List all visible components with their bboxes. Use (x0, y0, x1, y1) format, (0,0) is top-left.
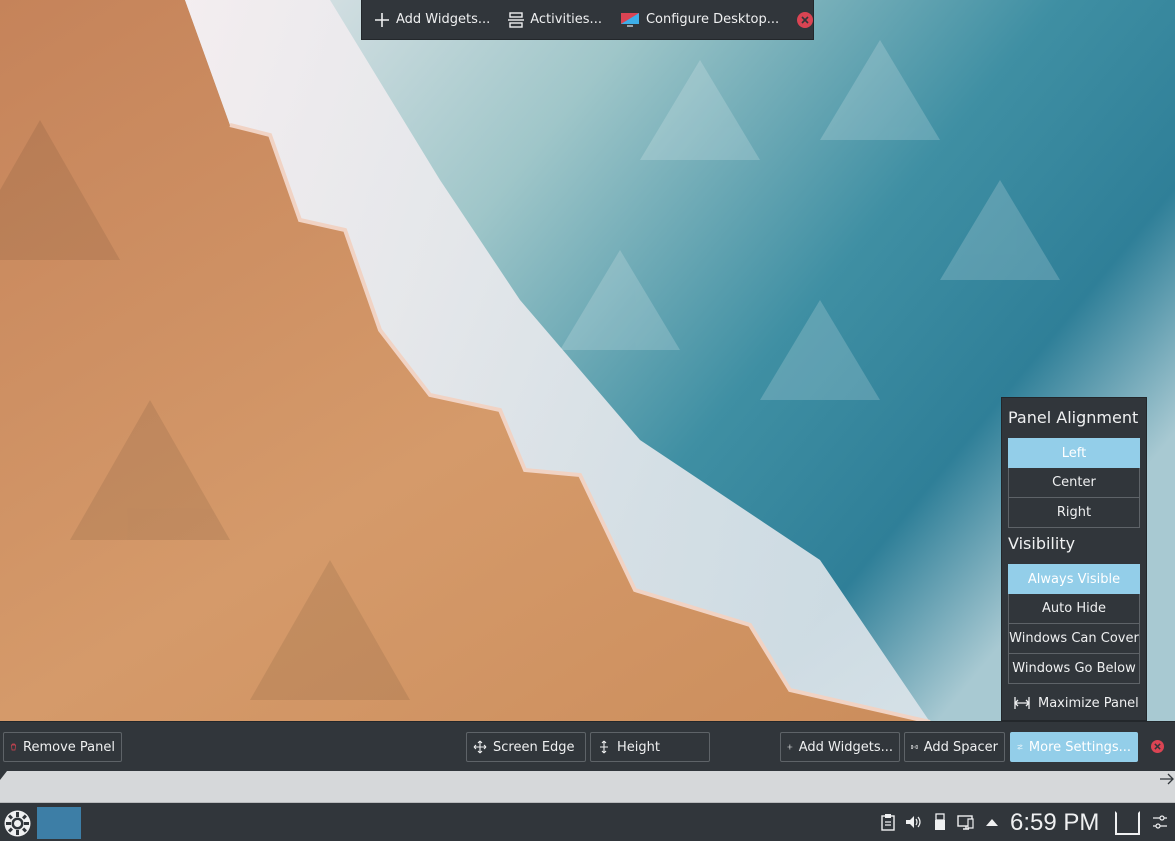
panel-alignment-title: Panel Alignment (1008, 408, 1139, 427)
height-label: Height (617, 739, 660, 755)
min-length-handle-icon[interactable] (0, 771, 8, 781)
add-spacer-button[interactable]: Add Spacer (904, 732, 1005, 762)
height-icon (600, 740, 608, 754)
maximize-panel-label: Maximize Panel (1038, 695, 1139, 711)
configure-desktop-button[interactable]: Configure Desktop... (620, 5, 779, 35)
activities-label: Activities... (530, 12, 602, 27)
clock[interactable]: 6:59 PM (1010, 806, 1099, 840)
desktop-wallpaper (0, 0, 1175, 722)
more-settings-button[interactable]: More Settings... (1010, 732, 1138, 762)
visibility-windows-go-below-option[interactable]: Windows Go Below (1008, 654, 1140, 684)
more-settings-popup: Panel Alignment Left Center Right Visibi… (1001, 397, 1147, 721)
close-panel-config-icon[interactable] (1151, 740, 1164, 753)
plus-icon (787, 744, 793, 750)
screen-edge-button[interactable]: Screen Edge (466, 732, 586, 762)
add-widgets-button[interactable]: Add Widgets... (374, 5, 490, 35)
virtual-desktop-pager[interactable] (37, 807, 81, 839)
plus-icon (375, 12, 389, 27)
more-settings-label: More Settings... (1028, 739, 1131, 755)
panel-settings-icon[interactable] (1150, 811, 1170, 833)
visibility-options: Always Visible Auto Hide Windows Can Cov… (1008, 564, 1140, 684)
panel-config-bar: Remove Panel Screen Edge Height Add Widg… (0, 721, 1175, 771)
visibility-windows-can-cover-option[interactable]: Windows Can Cover (1008, 624, 1140, 654)
monitor-icon (620, 12, 639, 27)
activities-button[interactable]: Activities... (508, 5, 602, 35)
clipboard-icon[interactable] (878, 811, 898, 833)
alignment-right-option[interactable]: Right (1008, 498, 1140, 528)
show-desktop-icon[interactable] (1115, 811, 1140, 835)
activities-icon (508, 11, 525, 28)
alignment-options: Left Center Right (1008, 438, 1140, 528)
panel-ruler (0, 771, 1175, 803)
close-toolbox-icon[interactable] (797, 11, 814, 28)
add-spacer-label: Add Spacer (923, 739, 998, 755)
add-widgets-label: Add Widgets... (396, 12, 491, 27)
configure-desktop-label: Configure Desktop... (645, 12, 780, 27)
height-button[interactable]: Height (590, 732, 710, 762)
visibility-always-visible-option[interactable]: Always Visible (1008, 564, 1140, 594)
remove-panel-label: Remove Panel (23, 739, 115, 755)
arrow-right-icon[interactable] (1159, 772, 1175, 786)
usb-device-icon[interactable] (930, 811, 950, 833)
visibility-auto-hide-option[interactable]: Auto Hide (1008, 594, 1140, 624)
wallpaper-art (0, 0, 1175, 722)
add-widgets-panel-button[interactable]: Add Widgets... (780, 732, 900, 762)
alignment-center-option[interactable]: Center (1008, 468, 1140, 498)
add-widgets-panel-label: Add Widgets... (798, 739, 893, 755)
alignment-left-option[interactable]: Left (1008, 438, 1140, 468)
network-icon[interactable] (956, 811, 976, 833)
volume-icon[interactable] (903, 811, 923, 833)
maximize-icon (1014, 697, 1030, 709)
remove-panel-button[interactable]: Remove Panel (3, 732, 122, 762)
maximize-panel-button[interactable]: Maximize Panel (1008, 688, 1140, 718)
settings-sliders-icon (1017, 744, 1023, 750)
trash-icon (11, 743, 17, 751)
move-icon (473, 740, 487, 754)
visibility-title: Visibility (1008, 534, 1076, 553)
application-launcher-icon[interactable] (3, 809, 32, 838)
screen-edge-label: Screen Edge (493, 739, 575, 755)
spacer-icon (911, 745, 918, 749)
expand-tray-arrow-icon[interactable] (982, 811, 1002, 833)
desktop-toolbar: Add Widgets... Activities... Configure D… (361, 0, 814, 40)
